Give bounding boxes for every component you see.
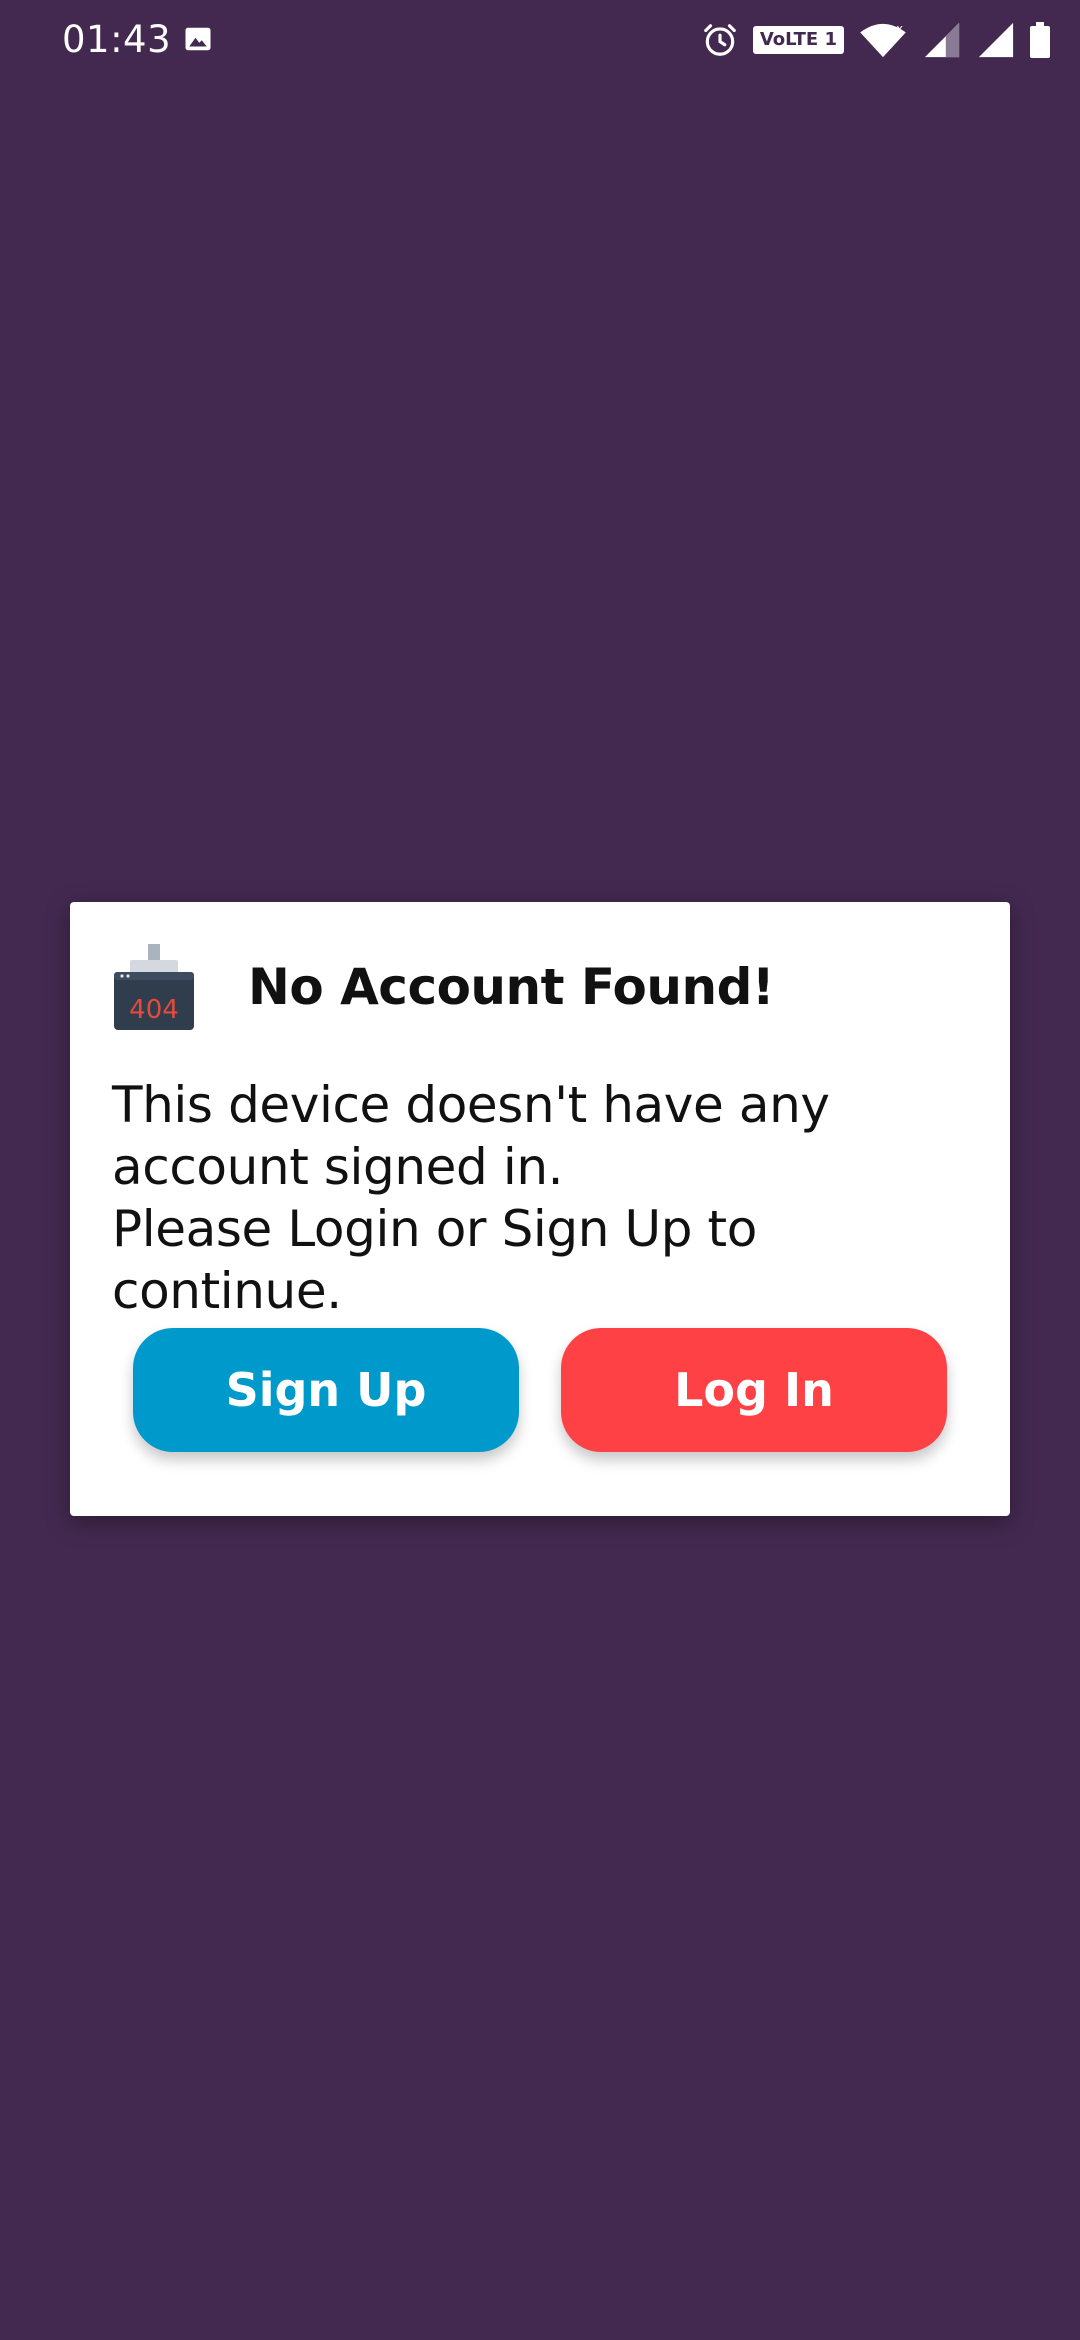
battery-icon [1030, 22, 1050, 58]
image-icon [185, 27, 211, 51]
status-time: 01:43 [62, 18, 172, 61]
log-in-button[interactable]: Log In [561, 1328, 947, 1452]
dialog-message: This device doesn't have any account sig… [112, 1076, 830, 1320]
svg-text:x: x [896, 21, 903, 35]
status-icons: VoLTE 1 x [701, 18, 1050, 62]
status-bar: 01:43 VoLTE 1 x [0, 0, 1080, 80]
wifi-icon: x [860, 21, 906, 58]
printer-404-label: 404 [129, 995, 179, 1025]
volte-badge: VoLTE 1 [752, 26, 844, 54]
dialog-title: No Account Found! [248, 958, 775, 1016]
sign-up-button[interactable]: Sign Up [133, 1328, 519, 1452]
signal-icon [924, 22, 960, 58]
no-account-dialog: 404 No Account Found! This device doesn'… [70, 902, 1010, 1516]
dialog-header: 404 No Account Found! [112, 942, 775, 1032]
signal-icon [978, 22, 1014, 58]
alarm-icon [703, 24, 736, 56]
printer-404-icon: 404 [114, 944, 194, 1030]
